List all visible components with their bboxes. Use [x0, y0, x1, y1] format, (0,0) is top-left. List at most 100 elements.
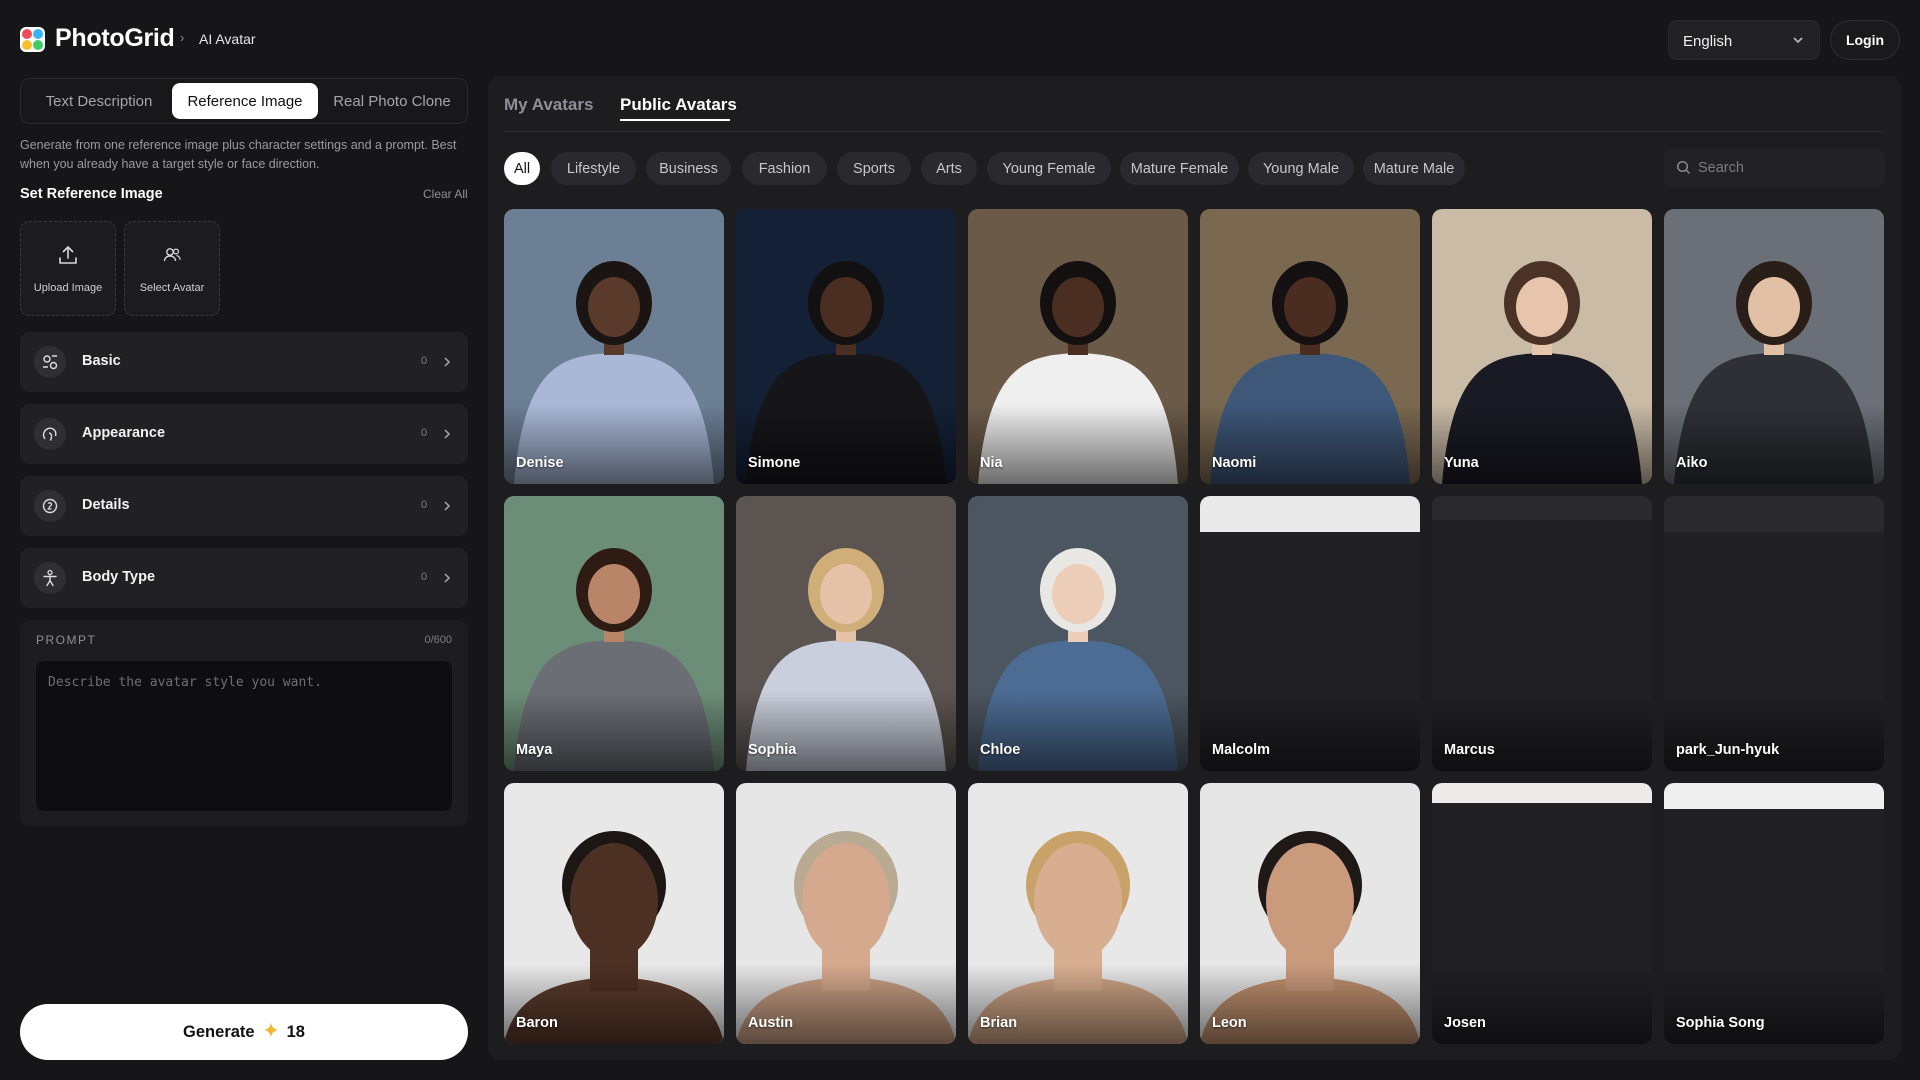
search-input[interactable]: [1698, 149, 1878, 187]
avatar-card[interactable]: Josen: [1432, 783, 1652, 1044]
avatar-name-shade: [1432, 964, 1652, 1044]
filter-all[interactable]: All: [504, 152, 540, 185]
avatar-name: Denise: [516, 455, 564, 471]
upload-image-label: Upload Image: [33, 282, 103, 294]
settings-body-type[interactable]: Body Type 0: [20, 548, 468, 608]
prompt-input[interactable]: [36, 661, 452, 811]
generate-label: Generate: [183, 1022, 255, 1041]
clear-all-button[interactable]: Clear All: [423, 187, 468, 201]
avatar-name: Naomi: [1212, 455, 1257, 471]
avatar-name: Josen: [1444, 1015, 1486, 1031]
avatar-card[interactable]: Marcus: [1432, 496, 1652, 771]
select-avatar-label: Select Avatar: [139, 282, 205, 294]
settings-basic[interactable]: Basic 0: [20, 332, 468, 392]
avatar-card[interactable]: Maya: [504, 496, 724, 771]
avatar-card[interactable]: Brian: [968, 783, 1188, 1044]
brand-name[interactable]: PhotoGrid: [55, 24, 175, 53]
avatar-card[interactable]: Naomi: [1200, 209, 1420, 484]
chevron-down-icon: [1791, 33, 1805, 52]
settings-appearance-label: Appearance: [82, 425, 166, 441]
detail-icon: [34, 490, 66, 522]
avatar-card[interactable]: Aiko: [1664, 209, 1884, 484]
select-avatar-button[interactable]: Select Avatar: [124, 221, 220, 316]
avatar-name-shade: [1432, 691, 1652, 771]
avatar-name: Brian: [980, 1015, 1018, 1031]
body-icon: [34, 562, 66, 594]
avatar-card[interactable]: Austin: [736, 783, 956, 1044]
avatar-name: Yuna: [1444, 455, 1479, 471]
filter-young-female[interactable]: Young Female: [987, 152, 1111, 185]
avatar-photo-loading: [1432, 783, 1652, 803]
avatar-gallery-panel: My Avatars Public Avatars All Lifestyle …: [488, 76, 1901, 1060]
filter-sports[interactable]: Sports: [837, 152, 911, 185]
prompt-char-counter: 0/600: [424, 634, 452, 646]
settings-body-type-label: Body Type: [82, 569, 156, 585]
settings-basic-count: 0: [421, 355, 428, 367]
breadcrumb-separator: ›: [180, 30, 185, 45]
chevron-right-icon: [441, 499, 453, 517]
avatar-card[interactable]: Nia: [968, 209, 1188, 484]
avatar-name-shade: [504, 964, 724, 1044]
avatar-name-shade: [1664, 691, 1884, 771]
avatar-photo-loading: [1432, 496, 1652, 520]
avatar-name-shade: [1200, 964, 1420, 1044]
avatar-name: Austin: [748, 1015, 794, 1031]
avatar-name-shade: [736, 964, 956, 1044]
avatar-name-shade: [504, 404, 724, 484]
avatar-card[interactable]: Simone: [736, 209, 956, 484]
photogrid-logo-icon[interactable]: [20, 27, 45, 52]
tab-text-description[interactable]: Text Description: [25, 83, 173, 119]
language-value: English: [1683, 33, 1733, 50]
prompt-label: PROMPT: [36, 633, 97, 647]
tab-real-photo-clone[interactable]: Real Photo Clone: [319, 83, 465, 119]
avatar-card[interactable]: Sophia Song: [1664, 783, 1884, 1044]
avatar-card[interactable]: Chloe: [968, 496, 1188, 771]
filter-mature-male[interactable]: Mature Male: [1363, 152, 1465, 185]
tab-divider: [504, 131, 1885, 132]
filter-arts[interactable]: Arts: [921, 152, 977, 185]
avatar-name-shade: [1664, 964, 1884, 1044]
filter-mature-female[interactable]: Mature Female: [1120, 152, 1239, 185]
settings-appearance[interactable]: Appearance 0: [20, 404, 468, 464]
filter-fashion[interactable]: Fashion: [742, 152, 827, 185]
mode-tabs: Text Description Reference Image Real Ph…: [20, 78, 468, 124]
avatar-name: Malcolm: [1212, 742, 1271, 758]
avatar-name: park_Jun-hyuk: [1676, 742, 1780, 758]
settings-appearance-count: 0: [421, 427, 428, 439]
avatar-name: Maya: [516, 742, 553, 758]
filter-young-male[interactable]: Young Male: [1248, 152, 1354, 185]
upload-image-button[interactable]: Upload Image: [20, 221, 116, 316]
avatar-name-shade: [968, 691, 1188, 771]
avatar-name: Marcus: [1444, 742, 1495, 758]
search-box[interactable]: [1664, 149, 1885, 187]
tab-my-avatars[interactable]: My Avatars: [504, 95, 593, 115]
chevron-right-icon: [441, 427, 453, 445]
settings-details-count: 0: [421, 499, 428, 511]
avatar-name: Leon: [1212, 1015, 1247, 1031]
avatar-name-shade: [968, 964, 1188, 1044]
avatar-card[interactable]: Malcolm: [1200, 496, 1420, 771]
language-select[interactable]: English: [1668, 20, 1820, 60]
generate-cost: 18: [286, 1022, 305, 1041]
avatar-card[interactable]: Yuna: [1432, 209, 1652, 484]
avatar-name-shade: [1200, 404, 1420, 484]
avatar-card[interactable]: Leon: [1200, 783, 1420, 1044]
tab-public-avatars[interactable]: Public Avatars: [620, 95, 737, 115]
filter-lifestyle[interactable]: Lifestyle: [551, 152, 636, 185]
tab-reference-image[interactable]: Reference Image: [172, 83, 318, 119]
avatar-card[interactable]: Baron: [504, 783, 724, 1044]
active-tab-indicator: [620, 119, 730, 121]
face-icon: [34, 418, 66, 450]
avatar-name: Simone: [748, 455, 801, 471]
chevron-right-icon: [441, 355, 453, 373]
avatar-name: Chloe: [980, 742, 1021, 758]
users-icon: [125, 244, 219, 266]
breadcrumb-current: AI Avatar: [199, 31, 256, 47]
avatar-card[interactable]: park_Jun-hyuk: [1664, 496, 1884, 771]
generate-button[interactable]: Generate 18: [20, 1004, 468, 1060]
avatar-card[interactable]: Denise: [504, 209, 724, 484]
login-button[interactable]: Login: [1830, 20, 1900, 60]
filter-business[interactable]: Business: [646, 152, 731, 185]
settings-details[interactable]: Details 0: [20, 476, 468, 536]
avatar-card[interactable]: Sophia: [736, 496, 956, 771]
